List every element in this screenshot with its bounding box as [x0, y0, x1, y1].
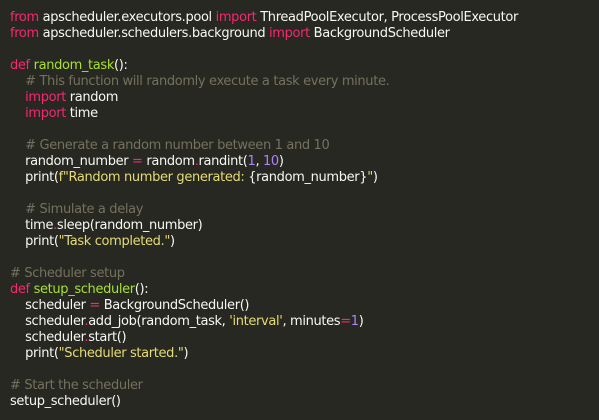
code-text: apscheduler.executors.pool	[38, 10, 216, 25]
code-keyword: def	[10, 58, 30, 73]
code-comment: # Start the scheduler	[10, 378, 143, 393]
code-line[interactable]: # Scheduler setup	[10, 266, 599, 282]
code-string: f"Random number generated:	[58, 170, 249, 185]
code-line[interactable]	[10, 122, 599, 138]
code-text: print(	[10, 234, 59, 249]
code-line[interactable]: from apscheduler.schedulers.background i…	[10, 26, 599, 42]
code-keyword: import	[215, 10, 257, 25]
code-text: ,	[255, 154, 264, 169]
code-text: )	[372, 170, 378, 185]
code-comment: # Scheduler setup	[10, 266, 125, 281]
code-number: 1	[350, 314, 359, 329]
code-text: randint(	[198, 154, 248, 169]
code-line[interactable]: time.sleep(random_number)	[10, 218, 599, 234]
code-text: apscheduler.schedulers.background	[38, 26, 270, 41]
code-operator: =	[340, 314, 351, 329]
code-text: scheduler	[10, 314, 85, 329]
code-function-name: random_task	[33, 58, 115, 73]
code-keyword: from	[10, 26, 39, 41]
code-text: random_number	[10, 154, 133, 169]
code-line[interactable]: scheduler.add_job(random_task, 'interval…	[10, 314, 599, 330]
code-text: )	[358, 314, 364, 329]
code-keyword: import	[25, 90, 66, 105]
code-text: random	[65, 90, 119, 105]
code-text: )	[278, 154, 284, 169]
code-string: "Scheduler started."	[58, 346, 184, 361]
code-string: 'interval'	[229, 314, 283, 329]
code-text: BackgroundScheduler()	[99, 298, 250, 313]
code-text: start()	[88, 330, 127, 345]
code-line[interactable]: setup_scheduler()	[10, 394, 599, 410]
code-comment: # Generate a random number between 1 and…	[25, 138, 330, 153]
code-keyword: def	[10, 282, 30, 297]
code-comment: # This function will randomly execute a …	[25, 74, 390, 89]
code-line[interactable]: def random_task():	[10, 58, 599, 74]
code-text: ():	[114, 58, 128, 73]
code-keyword: import	[25, 106, 66, 121]
code-line[interactable]: # Start the scheduler	[10, 378, 599, 394]
code-keyword: import	[269, 26, 310, 41]
code-line[interactable]: from apscheduler.executors.pool import T…	[10, 10, 599, 26]
code-line[interactable]: scheduler.start()	[10, 330, 599, 346]
code-operator: =	[132, 154, 143, 169]
code-line[interactable]: random_number = random.randint(1, 10)	[10, 154, 599, 170]
code-text: BackgroundScheduler	[309, 26, 450, 41]
code-line[interactable]: print("Task completed.")	[10, 234, 599, 250]
code-text: {random_number}	[248, 170, 368, 185]
code-string: "Task completed."	[58, 234, 171, 249]
code-text: sleep(random_number)	[56, 218, 203, 233]
code-line[interactable]: print("Scheduler started.")	[10, 346, 599, 362]
code-line[interactable]	[10, 362, 599, 378]
code-number: 10	[263, 154, 279, 169]
code-text: print(	[10, 346, 59, 361]
code-line[interactable]	[10, 250, 599, 266]
code-editor[interactable]: from apscheduler.executors.pool import T…	[0, 0, 599, 420]
code-text: , minutes	[282, 314, 341, 329]
code-text: print(	[10, 170, 59, 185]
code-line[interactable]: scheduler = BackgroundScheduler()	[10, 298, 599, 314]
code-text: scheduler	[10, 330, 85, 345]
code-line[interactable]: import random	[10, 90, 599, 106]
code-line[interactable]	[10, 42, 599, 58]
code-text: scheduler	[10, 298, 90, 313]
code-text: time	[10, 218, 54, 233]
code-keyword: from	[10, 10, 39, 25]
code-line[interactable]: # Generate a random number between 1 and…	[10, 138, 599, 154]
code-line[interactable]: import time	[10, 106, 599, 122]
code-comment: # Simulate a delay	[25, 202, 144, 217]
code-text: add_job(random_task,	[88, 314, 230, 329]
code-function-name: setup_scheduler	[33, 282, 136, 297]
code-operator: =	[89, 298, 100, 313]
code-text: )	[169, 234, 175, 249]
code-line[interactable]: def setup_scheduler():	[10, 282, 599, 298]
code-text: setup_scheduler()	[10, 394, 121, 409]
code-text: )	[183, 346, 189, 361]
code-line[interactable]: # This function will randomly execute a …	[10, 74, 599, 90]
code-text: ThreadPoolExecutor, ProcessPoolExecutor	[256, 10, 518, 25]
code-line[interactable]: # Simulate a delay	[10, 202, 599, 218]
code-line[interactable]	[10, 186, 599, 202]
code-text: ():	[134, 282, 149, 297]
code-text: time	[65, 106, 98, 121]
code-line[interactable]: print(f"Random number generated: {random…	[10, 170, 599, 186]
code-text: random	[142, 154, 195, 169]
